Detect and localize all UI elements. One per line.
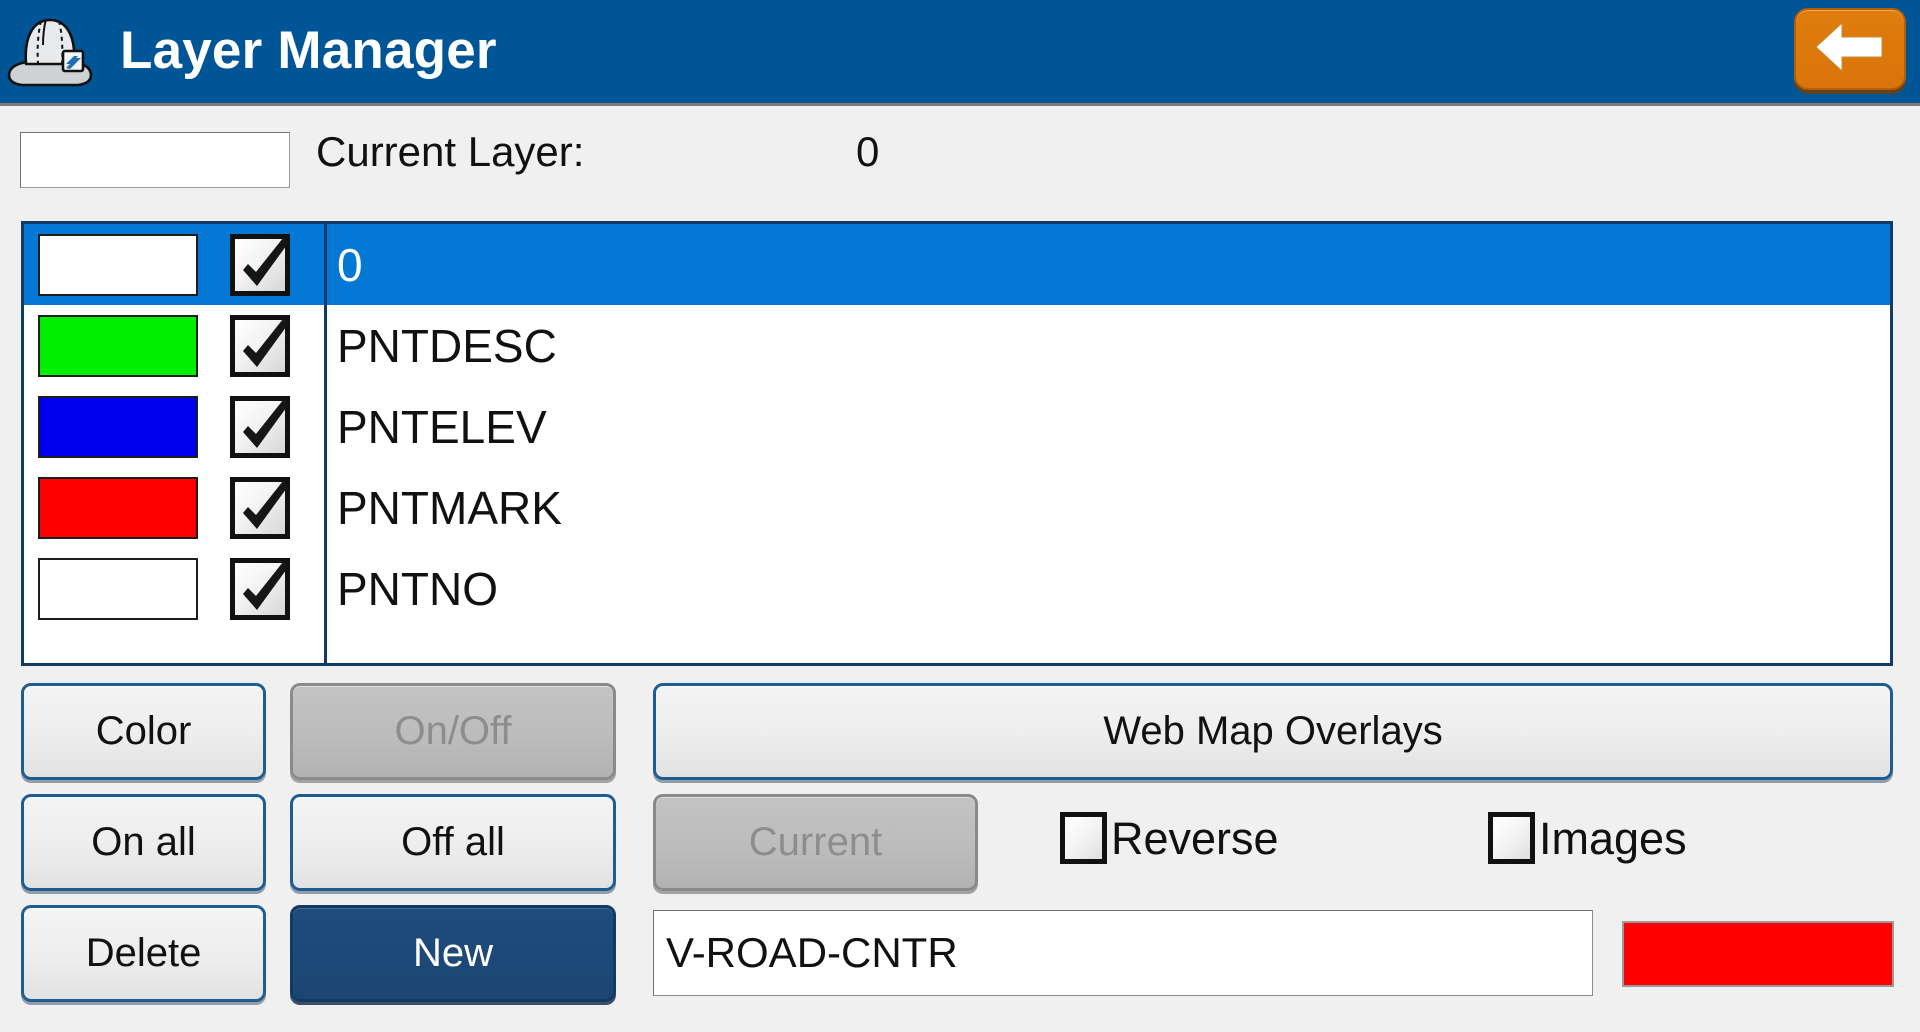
layer-visibility-checkbox[interactable] <box>230 395 290 458</box>
list-item[interactable]: PNTDESC <box>327 305 1890 386</box>
layer-visibility-checkbox[interactable] <box>230 476 290 539</box>
web-map-overlays-button[interactable]: Web Map Overlays <box>653 683 1893 780</box>
back-button[interactable] <box>1794 8 1906 90</box>
off-all-button[interactable]: Off all <box>290 794 616 891</box>
layer-row-attributes[interactable] <box>24 305 324 386</box>
new-layer-name-input[interactable]: V-ROAD-CNTR <box>653 910 1593 996</box>
layer-list-left-pane <box>24 224 327 663</box>
list-item[interactable]: PNTMARK <box>327 467 1890 548</box>
layer-color-chip[interactable] <box>38 233 198 296</box>
hard-hat-icon <box>2 7 98 97</box>
arrow-left-icon <box>1812 19 1888 79</box>
reverse-checkbox[interactable]: Reverse <box>1060 812 1279 864</box>
current-layer-row: Current Layer: 0 <box>0 106 1920 188</box>
current-layer-label: Current Layer: <box>316 128 585 175</box>
images-label: Images <box>1539 812 1687 864</box>
layer-color-chip[interactable] <box>38 314 198 377</box>
layer-row-attributes[interactable] <box>24 467 324 548</box>
checkbox-box[interactable] <box>1060 812 1107 864</box>
layer-color-chip[interactable] <box>38 557 198 620</box>
layer-row-attributes[interactable] <box>24 548 324 629</box>
layer-visibility-checkbox[interactable] <box>230 314 290 377</box>
layer-name-label: 0 <box>337 238 363 291</box>
layer-manager-window: Layer Manager Current Layer: 0 0 PNTDESC… <box>0 0 1920 1032</box>
list-item[interactable]: PNTNO <box>327 548 1890 629</box>
checkbox-box[interactable] <box>1488 812 1535 864</box>
titlebar: Layer Manager <box>0 0 1920 106</box>
check-mark-icon <box>243 480 289 529</box>
check-mark-icon <box>243 237 289 286</box>
current-button: Current <box>653 794 978 891</box>
layer-row-attributes[interactable] <box>24 386 324 467</box>
on-off-button: On/Off <box>290 683 616 780</box>
layer-name-label: PNTELEV <box>337 400 547 453</box>
list-item[interactable]: 0 <box>327 224 1890 305</box>
check-mark-icon <box>243 399 289 448</box>
layer-visibility-checkbox[interactable] <box>230 557 290 620</box>
layer-color-chip[interactable] <box>38 395 198 458</box>
check-mark-icon <box>243 318 289 367</box>
current-layer-value: 0 <box>856 128 880 175</box>
layer-list-right-pane: 0 PNTDESC PNTELEV PNTMARK PNTNO <box>327 224 1890 663</box>
new-button[interactable]: New <box>290 905 616 1002</box>
current-layer-color-swatch[interactable] <box>20 132 290 188</box>
check-mark-icon <box>243 561 289 610</box>
images-checkbox[interactable]: Images <box>1488 812 1687 864</box>
list-item[interactable]: PNTELEV <box>327 386 1890 467</box>
reverse-label: Reverse <box>1111 812 1279 864</box>
on-all-button[interactable]: On all <box>21 794 266 891</box>
layer-list[interactable]: 0 PNTDESC PNTELEV PNTMARK PNTNO <box>21 221 1893 666</box>
layer-name-label: PNTMARK <box>337 481 562 534</box>
layer-name-label: PNTDESC <box>337 319 557 372</box>
delete-button[interactable]: Delete <box>21 905 266 1002</box>
layer-name-label: PNTNO <box>337 562 498 615</box>
layer-visibility-checkbox[interactable] <box>230 233 290 296</box>
layer-row-attributes[interactable] <box>24 224 324 305</box>
color-button[interactable]: Color <box>21 683 266 780</box>
layer-color-chip[interactable] <box>38 476 198 539</box>
page-title: Layer Manager <box>120 21 497 80</box>
new-layer-color-swatch[interactable] <box>1622 921 1894 987</box>
